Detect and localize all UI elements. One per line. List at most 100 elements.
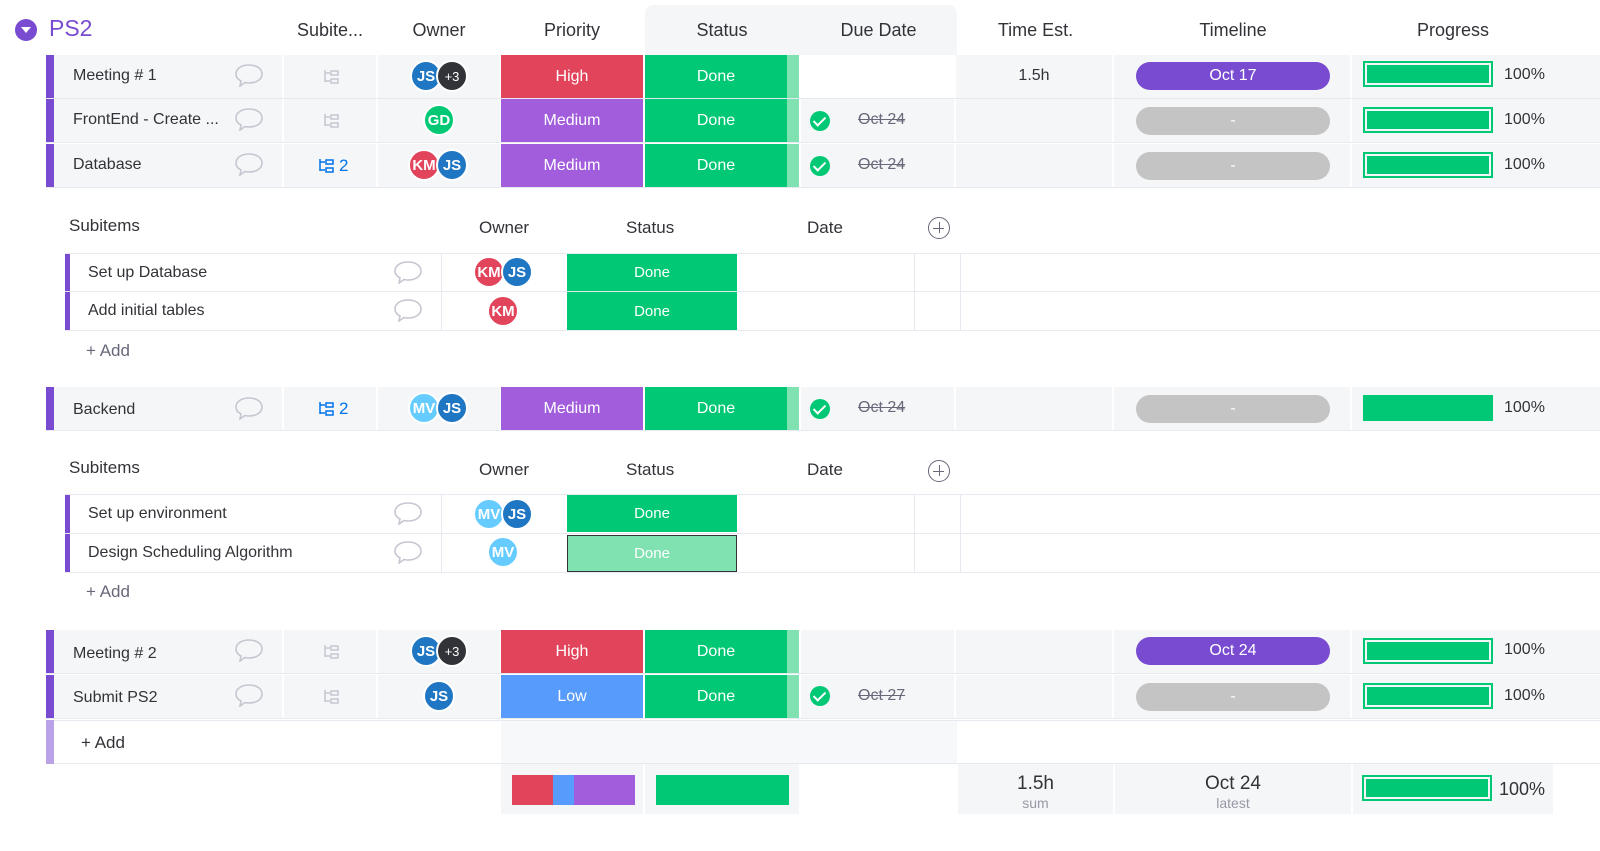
status-label[interactable]: Done	[645, 630, 787, 673]
column-header-time-est[interactable]: Time Est.	[958, 20, 1113, 41]
progress-bar	[1363, 395, 1493, 421]
subitem-row[interactable]: Add initial tables KM Done	[65, 291, 1600, 331]
subitem-name[interactable]: Set up Database	[88, 264, 207, 282]
due-date[interactable]: Oct 24	[858, 111, 905, 129]
speech-bubble-icon[interactable]	[393, 540, 423, 564]
timeline-pill[interactable]: -	[1136, 152, 1330, 180]
subitem-status-label[interactable]: Done	[567, 495, 737, 532]
priority-label[interactable]: Low	[501, 675, 643, 718]
speech-bubble-icon[interactable]	[234, 683, 264, 707]
status-label[interactable]: Done	[645, 55, 787, 98]
add-item-button[interactable]: + Add	[81, 733, 125, 753]
item-name[interactable]: FrontEnd - Create ...	[73, 111, 219, 129]
plus-circle-icon[interactable]	[928, 217, 950, 239]
subitems-tree-icon[interactable]	[322, 643, 340, 661]
due-date[interactable]: Oct 24	[858, 156, 905, 174]
subitems-tree-icon[interactable]	[322, 688, 340, 706]
avatar[interactable]: JS	[501, 256, 533, 288]
speech-bubble-icon[interactable]	[393, 260, 423, 284]
subitem-row[interactable]: Set up environment MV JS Done	[65, 494, 1600, 533]
add-subitem-button[interactable]: + Add	[86, 341, 130, 361]
priority-label[interactable]: Medium	[501, 387, 643, 430]
subitem-status-label[interactable]: Done	[567, 254, 737, 291]
table-row[interactable]: Meeting # 1 JS +3 High Done 1.5h Oct 17 …	[46, 55, 1600, 99]
speech-bubble-icon[interactable]	[393, 298, 423, 322]
due-date[interactable]: Oct 27	[858, 687, 905, 705]
priority-summary-bar[interactable]	[512, 775, 635, 805]
subitems-count[interactable]: 2	[339, 399, 348, 419]
timeline-pill[interactable]: Oct 24	[1136, 637, 1330, 665]
timeline-pill[interactable]: -	[1136, 683, 1330, 711]
row-color-bar	[46, 55, 54, 99]
avatar[interactable]: JS	[436, 149, 468, 181]
speech-bubble-icon[interactable]	[234, 638, 264, 662]
chevron-down-icon[interactable]	[15, 19, 37, 41]
subitem-row[interactable]: Design Scheduling Algorithm MV Done	[65, 533, 1600, 573]
speech-bubble-icon[interactable]	[393, 501, 423, 525]
avatar[interactable]: JS	[423, 680, 455, 712]
status-label[interactable]: Done	[645, 387, 787, 430]
avatar[interactable]: MV	[487, 536, 519, 568]
avatar-more[interactable]: +3	[436, 635, 468, 667]
speech-bubble-icon[interactable]	[234, 63, 264, 87]
avatar[interactable]: JS	[436, 392, 468, 424]
item-name[interactable]: Meeting # 2	[73, 645, 157, 663]
subitem-status-label[interactable]: Done	[567, 535, 737, 572]
speech-bubble-icon[interactable]	[234, 152, 264, 176]
avatar[interactable]: KM	[487, 295, 519, 327]
column-header-progress[interactable]: Progress	[1353, 20, 1553, 41]
timeline-pill[interactable]: -	[1136, 107, 1330, 135]
subitems-tree-icon[interactable]	[322, 68, 340, 86]
table-row[interactable]: FrontEnd - Create ... GD Medium Done Oct…	[46, 99, 1600, 143]
avatar[interactable]: GD	[423, 104, 455, 136]
row-color-bar	[46, 630, 54, 674]
subitem-name[interactable]: Design Scheduling Algorithm	[88, 544, 293, 562]
column-header-status[interactable]: Status	[645, 20, 799, 41]
check-circle-icon[interactable]	[810, 156, 830, 176]
table-row[interactable]: Submit PS2 JS Low Done Oct 27 - 100%	[46, 675, 1600, 719]
column-header-subitems[interactable]: Subite...	[284, 20, 376, 41]
table-row[interactable]: Database 2 KM JS Medium Done Oct 24 - 10…	[46, 144, 1600, 188]
item-name[interactable]: Database	[73, 156, 142, 174]
check-circle-icon[interactable]	[810, 686, 830, 706]
timeline-pill[interactable]: -	[1136, 395, 1330, 423]
column-header-timeline[interactable]: Timeline	[1115, 20, 1351, 41]
subitem-row[interactable]: Set up Database KM JS Done	[65, 253, 1600, 292]
table-row[interactable]: Backend 2 MV JS Medium Done Oct 24 - 100…	[46, 387, 1600, 431]
due-date[interactable]: Oct 24	[858, 399, 905, 417]
column-header-due-date[interactable]: Due Date	[801, 20, 956, 41]
priority-label[interactable]: Medium	[501, 99, 643, 142]
subitems-count[interactable]: 2	[339, 156, 348, 176]
table-row[interactable]: Meeting # 2 JS +3 High Done Oct 24 100%	[46, 630, 1600, 674]
item-name[interactable]: Backend	[73, 401, 135, 419]
speech-bubble-icon[interactable]	[234, 396, 264, 420]
priority-label[interactable]: Medium	[501, 144, 643, 187]
status-label[interactable]: Done	[645, 99, 787, 142]
subitems-tree-icon[interactable]	[317, 400, 335, 418]
plus-circle-icon[interactable]	[928, 460, 950, 482]
check-circle-icon[interactable]	[810, 111, 830, 131]
status-label[interactable]: Done	[645, 144, 787, 187]
progress-percent: 100%	[1504, 66, 1545, 83]
priority-label[interactable]: High	[501, 55, 643, 98]
avatar[interactable]: JS	[501, 498, 533, 530]
subitem-name[interactable]: Set up environment	[88, 505, 227, 523]
item-name[interactable]: Meeting # 1	[73, 67, 157, 85]
priority-label[interactable]: High	[501, 630, 643, 673]
status-summary-bar[interactable]	[656, 775, 789, 805]
subitem-name[interactable]: Add initial tables	[88, 302, 205, 320]
column-header-owner[interactable]: Owner	[378, 20, 500, 41]
status-label[interactable]: Done	[645, 675, 787, 718]
group-title[interactable]: PS2	[49, 15, 92, 42]
subitem-status-label[interactable]: Done	[567, 292, 737, 330]
add-subitem-button[interactable]: + Add	[86, 582, 130, 602]
speech-bubble-icon[interactable]	[234, 107, 264, 131]
item-name[interactable]: Submit PS2	[73, 689, 157, 707]
subitems-tree-icon[interactable]	[317, 157, 335, 175]
subitems-tree-icon[interactable]	[322, 112, 340, 130]
column-header-priority[interactable]: Priority	[501, 20, 643, 41]
avatar-more[interactable]: +3	[436, 60, 468, 92]
time-estimate[interactable]: 1.5h	[956, 67, 1112, 85]
timeline-pill[interactable]: Oct 17	[1136, 62, 1330, 90]
check-circle-icon[interactable]	[810, 399, 830, 419]
